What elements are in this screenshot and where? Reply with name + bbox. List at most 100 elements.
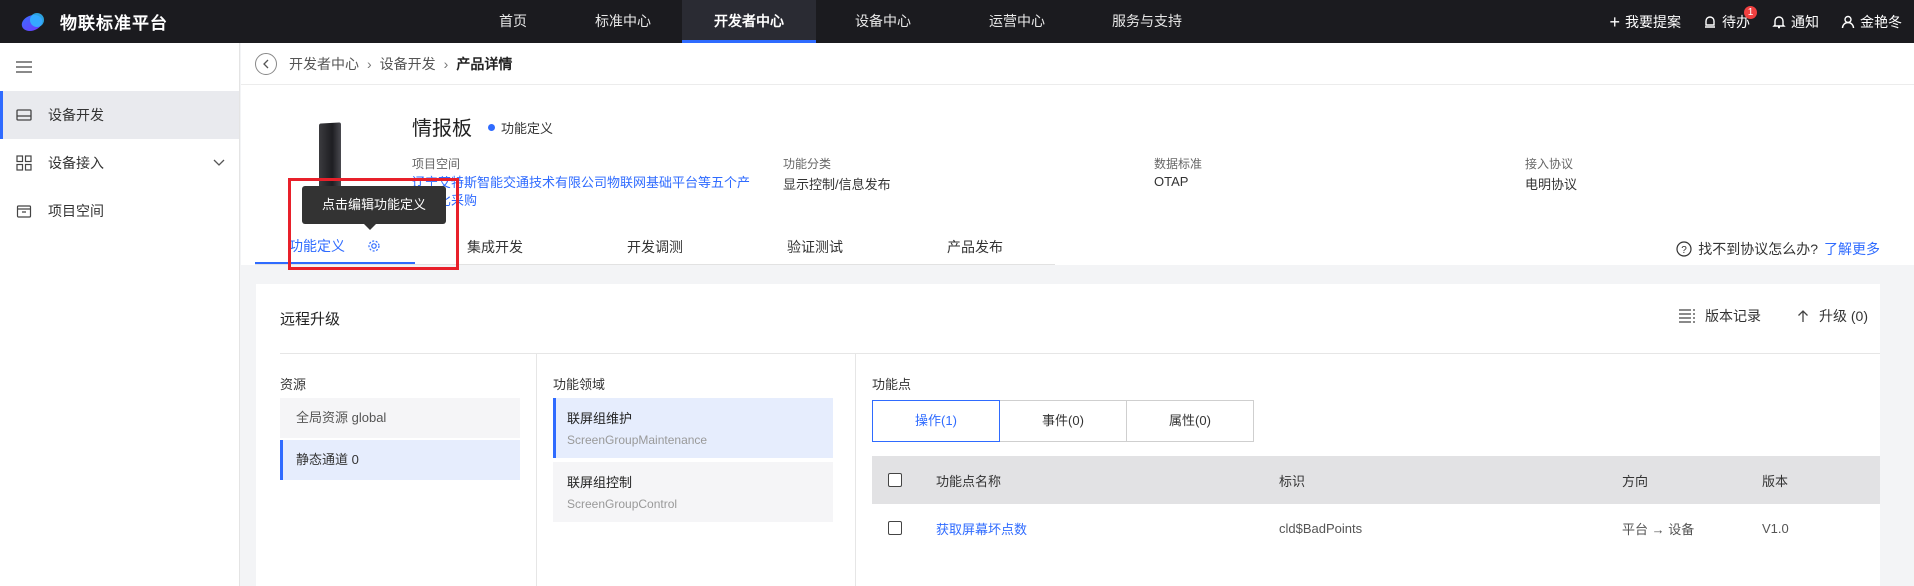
version-record-button[interactable]: 版本记录	[1679, 306, 1761, 326]
product-title: 情报板	[412, 118, 472, 140]
suggest-button[interactable]: + 我要提案	[1609, 12, 1681, 32]
chevron-right-icon: ›	[367, 55, 372, 72]
function-point-id: cld$BadPoints	[1279, 520, 1363, 536]
tab-function-definition[interactable]: 功能定义	[255, 229, 415, 264]
column-header: 标识	[1279, 473, 1306, 489]
tab-release[interactable]: 产品发布	[895, 229, 1055, 264]
todo-button[interactable]: 待办 1	[1703, 5, 1757, 32]
meta-value: 电明协议	[1525, 177, 1578, 192]
sidebar-item-label: 设备接入	[48, 155, 104, 171]
function-point-direction: 平台 → 设备	[1622, 521, 1695, 537]
user-icon	[1841, 15, 1855, 28]
domain-item[interactable]: 联屏组控制 ScreenGroupControl	[553, 462, 833, 522]
function-point-column: 功能点 操作(1) 事件(0) 属性(0) 功能点名称 标识 方向 版本 获取屏…	[856, 354, 1880, 586]
meta-category: 功能分类 显示控制/信息发布	[783, 155, 891, 193]
top-right-actions: + 我要提案 待办 1 通知 金艳冬	[1609, 0, 1902, 43]
bell-icon	[1772, 15, 1786, 28]
domain-name: 联屏组维护	[567, 411, 633, 426]
svg-text:?: ?	[1681, 245, 1687, 256]
main-nav: 首页 标准中心 开发者中心 设备中心 运营中心 服务与支持	[462, 0, 1210, 43]
sidebar-toggle[interactable]	[0, 43, 239, 91]
menu-icon	[16, 61, 32, 73]
project-space-link[interactable]: 辽宁艾特斯智能交通技术有限公司物联网基础平台等五个产品询比采购	[412, 174, 762, 210]
back-button[interactable]	[255, 52, 277, 75]
nav-item-operations[interactable]: 运营中心	[950, 0, 1084, 43]
column-header: 版本	[1762, 473, 1789, 489]
learn-more-link[interactable]: 了解更多	[1824, 239, 1880, 259]
nav-item-home[interactable]: 首页	[462, 0, 564, 43]
section-title: 远程升级	[280, 311, 341, 328]
box-icon	[16, 205, 32, 218]
meta-protocol: 接入协议 电明协议	[1525, 155, 1577, 193]
breadcrumb-current: 产品详情	[456, 55, 513, 72]
help-icon: ?	[1676, 241, 1692, 257]
gear-icon[interactable]	[367, 239, 381, 253]
suggest-label: 我要提案	[1625, 13, 1681, 30]
plus-icon: +	[1609, 11, 1620, 32]
breadcrumb-item[interactable]: 设备开发	[380, 54, 436, 74]
meta-label: 项目空间	[412, 157, 461, 171]
status-label: 功能定义	[501, 121, 554, 136]
row-checkbox[interactable]	[888, 521, 902, 535]
upgrade-button[interactable]: 升级 (0)	[1797, 306, 1868, 326]
meta-value: 显示控制/信息发布	[783, 177, 891, 192]
meta-label: 接入协议	[1525, 157, 1574, 171]
domain-code: ScreenGroupControl	[567, 497, 678, 511]
tab-properties[interactable]: 属性(0)	[1126, 400, 1254, 442]
breadcrumb: 开发者中心 › 设备开发 › 产品详情	[241, 43, 1914, 85]
function-point-name-link[interactable]: 获取屏幕坏点数	[936, 519, 1027, 538]
table-row: 获取屏幕坏点数 cld$BadPoints 平台 → 设备 V1.0	[872, 504, 1880, 552]
product-header: 情报板 功能定义 项目空间 辽宁艾特斯智能交通技术有限公司物联网基础平台等五个产…	[241, 85, 1914, 265]
nav-item-support[interactable]: 服务与支持	[1084, 0, 1210, 43]
edit-tooltip: 点击编辑功能定义	[302, 186, 446, 230]
resource-column: 资源 全局资源 global 静态通道 0	[280, 354, 536, 586]
arrow-up-icon	[1798, 310, 1808, 322]
sidebar-item-device-dev[interactable]: 设备开发	[0, 91, 239, 139]
version-record-label: 版本记录	[1705, 308, 1761, 324]
product-tabs: 功能定义 集成开发 开发调测 验证测试 产品发布	[255, 229, 1055, 265]
nav-item-standards[interactable]: 标准中心	[564, 0, 682, 43]
function-point-tabs: 操作(1) 事件(0) 属性(0)	[872, 400, 1254, 442]
meta-label: 功能分类	[783, 157, 832, 171]
chevron-left-icon	[263, 59, 269, 68]
meta-data-standard: 数据标准 OTAP	[1154, 155, 1202, 189]
tab-events[interactable]: 事件(0)	[999, 400, 1127, 442]
tab-integration[interactable]: 集成开发	[415, 229, 575, 264]
tab-label: 功能定义	[289, 237, 345, 254]
column-header: 功能点名称	[936, 473, 1002, 489]
function-point-header: 功能点	[872, 377, 912, 392]
nav-item-developer[interactable]: 开发者中心	[682, 0, 816, 43]
meta-value: OTAP	[1154, 174, 1189, 189]
tab-debugging[interactable]: 开发调测	[575, 229, 735, 264]
upgrade-label: 升级 (0)	[1819, 308, 1868, 324]
notify-label: 通知	[1791, 13, 1819, 30]
tab-operations[interactable]: 操作(1)	[872, 400, 1000, 442]
domain-header: 功能领域	[553, 377, 606, 392]
chevron-right-icon: ›	[443, 55, 449, 72]
select-all-checkbox[interactable]	[888, 473, 902, 487]
app-logo[interactable]: 物联标准平台	[19, 9, 440, 34]
sidebar-item-device-access[interactable]: 设备接入	[0, 139, 239, 187]
status-dot-icon	[488, 124, 495, 131]
table-header: 功能点名称 标识 方向 版本	[872, 456, 1880, 504]
tab-verification[interactable]: 验证测试	[735, 229, 895, 264]
resource-item-global[interactable]: 全局资源 global	[280, 398, 520, 438]
resource-header: 资源	[280, 377, 307, 392]
meta-label: 数据标准	[1154, 157, 1203, 171]
protocol-help: ? 找不到协议怎么办? 了解更多	[1676, 239, 1880, 259]
section-toolbar: 版本记录 升级 (0)	[1679, 306, 1868, 326]
notify-button[interactable]: 通知	[1772, 12, 1819, 32]
app-title: 物联标准平台	[60, 14, 168, 33]
sidebar-item-project-space[interactable]: 项目空间	[0, 187, 239, 235]
column-header: 方向	[1622, 473, 1649, 489]
user-menu[interactable]: 金艳冬	[1841, 12, 1902, 32]
top-navbar: 物联标准平台 首页 标准中心 开发者中心 设备中心 运营中心 服务与支持 + 我…	[0, 0, 1914, 43]
nav-item-devices[interactable]: 设备中心	[816, 0, 950, 43]
function-point-version: V1.0	[1762, 520, 1789, 536]
main-content: 远程升级 版本记录 升级 (0) 资源 全局资源 global 静态通道 0 功…	[256, 284, 1880, 586]
domain-item[interactable]: 联屏组维护 ScreenGroupMaintenance	[553, 398, 833, 458]
breadcrumb-item[interactable]: 开发者中心	[289, 54, 359, 74]
todo-icon	[1705, 15, 1715, 28]
resource-item-static[interactable]: 静态通道 0	[280, 440, 520, 480]
user-name: 金艳冬	[1860, 13, 1902, 30]
